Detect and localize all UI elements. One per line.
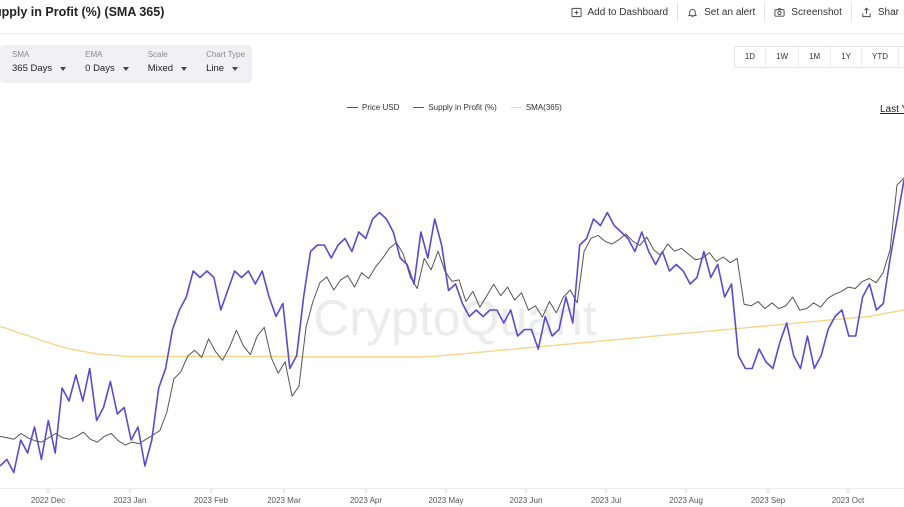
x-tick-label: 2023 Aug — [669, 496, 703, 505]
chart-plot: CryptoQuant 2022 Dec 2023 Jan 2023 Feb 2023… — [0, 177, 904, 505]
x-tick-label: 2022 Dec — [31, 496, 65, 505]
x-tick-label: 2023 Oct — [832, 496, 865, 505]
x-tick-label: 2023 May — [428, 496, 463, 505]
x-tick-label: 2023 Feb — [194, 496, 228, 505]
x-tick-label: 2023 Apr — [350, 496, 382, 505]
x-tick-label: 2023 Jun — [510, 496, 543, 505]
x-tick-label: 2023 Jan — [114, 496, 147, 505]
x-tick-label: 2023 Jul — [591, 496, 621, 505]
watermark: CryptoQuant — [313, 290, 597, 346]
x-tick-label: 2023 Mar — [267, 496, 301, 505]
x-tick-label: 2023 Sep — [751, 496, 786, 505]
